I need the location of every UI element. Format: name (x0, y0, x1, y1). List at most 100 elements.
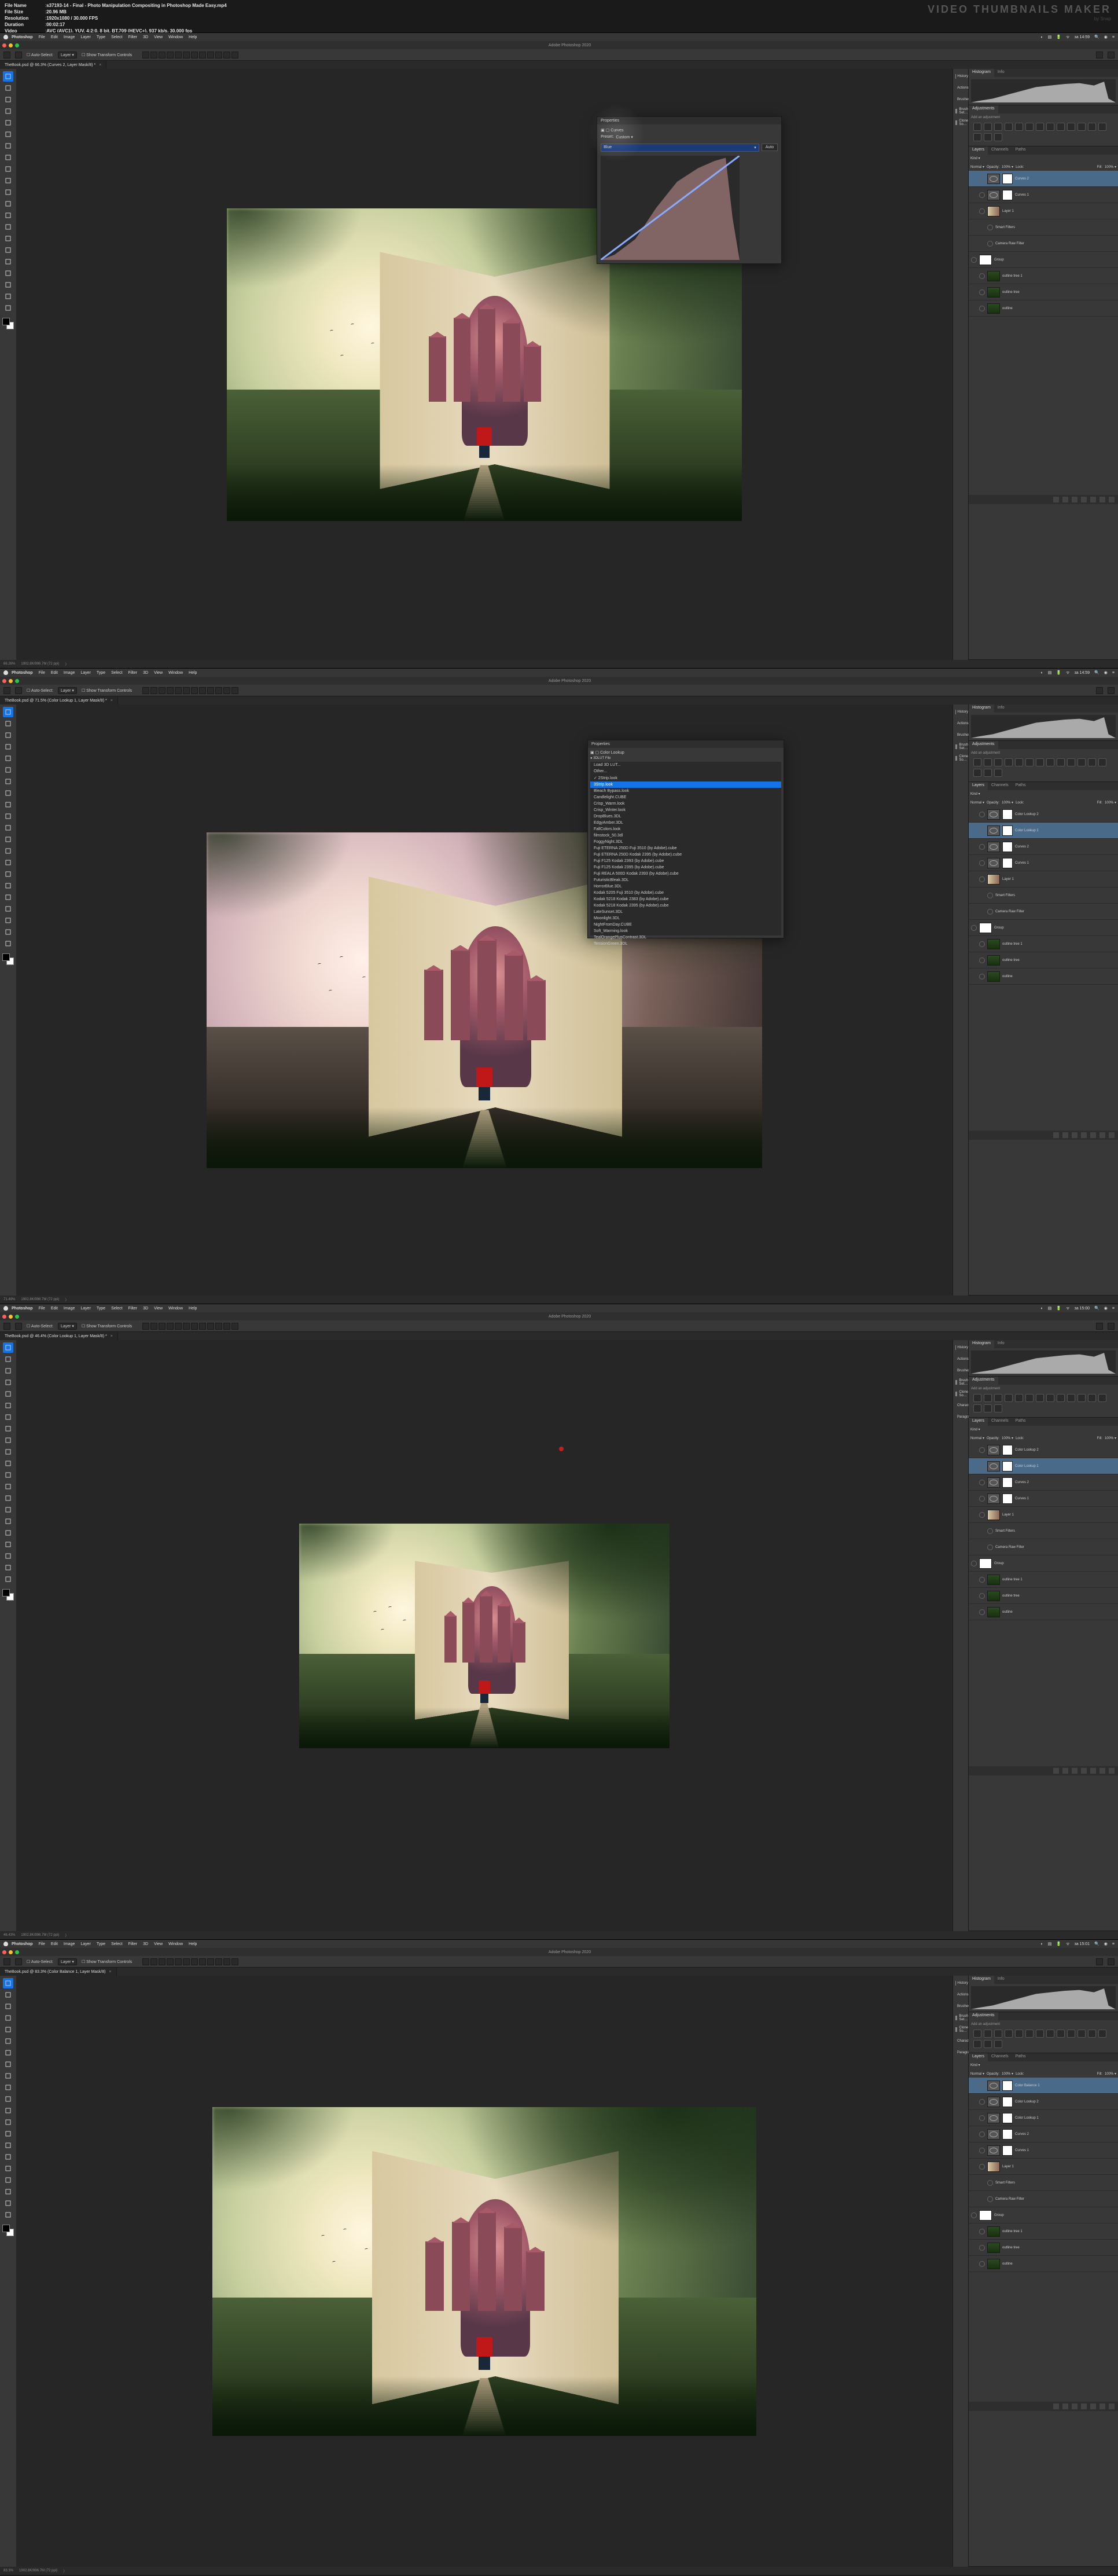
lut-option[interactable]: FoggyNight.3DL (590, 839, 781, 845)
align-icon-5[interactable] (183, 1323, 190, 1330)
show-transform-checkbox[interactable]: ☐ Show Transform Controls (82, 1959, 132, 1964)
menu-help[interactable]: Help (189, 35, 197, 39)
collapsed-panel-brushes[interactable]: Brushes (953, 96, 968, 104)
histogram-tab[interactable]: Histogram (969, 1340, 994, 1348)
menu-filter[interactable]: Filter (128, 671, 138, 675)
close-icon[interactable]: × (111, 1334, 113, 1338)
lut-option[interactable]: FuturisticBleak.3DL (590, 877, 781, 883)
layer-thumbnail[interactable] (987, 1575, 1000, 1585)
menu-layer[interactable]: Layer (80, 35, 91, 39)
align-icon-10[interactable] (223, 1958, 230, 1965)
siri-icon[interactable]: ◉ (1104, 35, 1108, 39)
layer-row[interactable]: outline (969, 1604, 1118, 1620)
align-icon-10[interactable] (223, 687, 230, 694)
layers-list[interactable]: Color Lookup 2 Color Lookup 1 Curves 2 C… (969, 806, 1118, 1131)
lut-option[interactable]: 3Strip.look (590, 781, 781, 788)
heal-tool[interactable] (3, 2059, 13, 2069)
search-icon[interactable] (1108, 1958, 1115, 1965)
brush-tool[interactable] (3, 799, 13, 810)
group-icon[interactable] (1090, 497, 1096, 502)
eraser-tool[interactable] (3, 2105, 13, 2116)
adjustment-icon-2[interactable] (994, 1394, 1002, 1402)
marquee-tool[interactable] (3, 83, 13, 93)
collapsed-panel-history[interactable]: History (953, 72, 968, 80)
channels-tab[interactable]: Channels (988, 782, 1012, 790)
adjustment-icon-5[interactable] (1025, 2030, 1034, 2038)
adjustment-icon-6[interactable] (1036, 1394, 1044, 1402)
spotlight-icon[interactable]: 🔍 (1094, 1942, 1099, 1946)
menu-3d[interactable]: 3D (143, 1307, 148, 1311)
adjustment-icon-3[interactable] (1005, 123, 1013, 131)
apple-icon[interactable] (3, 1942, 8, 1946)
adjustment-icon-1[interactable] (984, 758, 992, 766)
info-tab[interactable]: Info (994, 1340, 1008, 1348)
align-icon-4[interactable] (175, 1958, 182, 1965)
align-icon-8[interactable] (207, 1323, 214, 1330)
visibility-toggle[interactable] (979, 192, 985, 198)
collapsed-panel-cloneso[interactable]: Clone So… (953, 754, 968, 762)
gradient-tool[interactable] (3, 210, 13, 221)
menu-edit[interactable]: Edit (51, 1307, 58, 1311)
lut-option[interactable]: FallColors.look (590, 826, 781, 832)
align-icon-11[interactable] (231, 1958, 238, 1965)
layer-mask[interactable] (1002, 2145, 1013, 2156)
trash-icon[interactable] (1109, 1768, 1115, 1774)
blur-tool[interactable] (3, 857, 13, 868)
tool-preset-icon[interactable] (15, 52, 22, 58)
collapsed-panel-history[interactable]: History (953, 1979, 968, 1987)
marquee-tool[interactable] (3, 718, 13, 729)
home-icon[interactable] (3, 687, 10, 694)
layer-row[interactable]: Color Balance 1 (969, 2078, 1118, 2094)
align-icon-9[interactable] (215, 1323, 222, 1330)
rect-tool[interactable] (3, 2186, 13, 2197)
search-icon[interactable] (1108, 52, 1115, 58)
layer-row[interactable]: Color Lookup 1 (969, 823, 1118, 839)
lut-option[interactable]: Other... (590, 768, 781, 775)
menu-layer[interactable]: Layer (80, 1307, 91, 1311)
document-canvas[interactable] (299, 1524, 670, 1748)
apple-icon[interactable] (3, 1306, 8, 1311)
layer-mask[interactable] (1002, 842, 1013, 852)
hand-tool[interactable] (3, 927, 13, 937)
align-icon-11[interactable] (231, 687, 238, 694)
menu-image[interactable]: Image (64, 1307, 75, 1311)
history-tool[interactable] (3, 1458, 13, 1469)
adjustment-icon-6[interactable] (1036, 758, 1044, 766)
layer-row[interactable]: Group (969, 920, 1118, 936)
gradient-tool[interactable] (3, 846, 13, 856)
share-icon[interactable] (1096, 1958, 1103, 1965)
wand-tool[interactable] (3, 742, 13, 752)
adjustment-icon-9[interactable] (1067, 123, 1075, 131)
opacity-value[interactable]: 100% ▾ (1002, 2072, 1013, 2076)
heal-tool[interactable] (3, 788, 13, 798)
link-layers-icon[interactable] (1053, 2403, 1059, 2409)
adjustment-icon-12[interactable] (1098, 2030, 1106, 2038)
layer-thumbnail[interactable] (987, 174, 1000, 184)
layer-row[interactable]: Curves 2 (969, 839, 1118, 855)
align-icon-5[interactable] (183, 52, 190, 58)
layer-row[interactable]: outline tree (969, 284, 1118, 300)
layer-mask[interactable] (1002, 858, 1013, 868)
color-swatches[interactable] (2, 318, 14, 329)
adjustment-icon-1[interactable] (984, 123, 992, 131)
layer-mask[interactable] (1002, 2080, 1013, 2091)
new-layer-icon[interactable] (1099, 497, 1105, 502)
tool-preset-icon[interactable] (15, 687, 22, 694)
stamp-tool[interactable] (3, 811, 13, 821)
menubar-icon[interactable]: 🔋 (1056, 1306, 1061, 1311)
visibility-toggle[interactable] (979, 273, 985, 279)
layer-thumbnail[interactable] (987, 1477, 1000, 1488)
visibility-toggle[interactable] (979, 844, 985, 850)
mask-icon[interactable] (1072, 1132, 1077, 1138)
layer-row[interactable]: Curves 2 (969, 171, 1118, 187)
layer-thumbnail[interactable] (979, 1558, 992, 1569)
doc-info[interactable]: 1902.8K/996.7M (72 ppi) (21, 1298, 59, 1301)
visibility-toggle[interactable] (979, 1447, 985, 1453)
layer-thumbnail[interactable] (987, 303, 1000, 314)
close-icon[interactable]: × (111, 699, 113, 703)
lut-option[interactable]: Crisp_Warm.look (590, 801, 781, 807)
lut-option[interactable]: Fuji REALA 500D Kodak 2393 (by Adobe).cu… (590, 871, 781, 877)
layer-row[interactable]: outline tree 1 (969, 2223, 1118, 2240)
kind-filter[interactable]: Kind ▾ (970, 156, 980, 160)
collapsed-panel-brushset[interactable]: Brush Set… (953, 1378, 968, 1386)
